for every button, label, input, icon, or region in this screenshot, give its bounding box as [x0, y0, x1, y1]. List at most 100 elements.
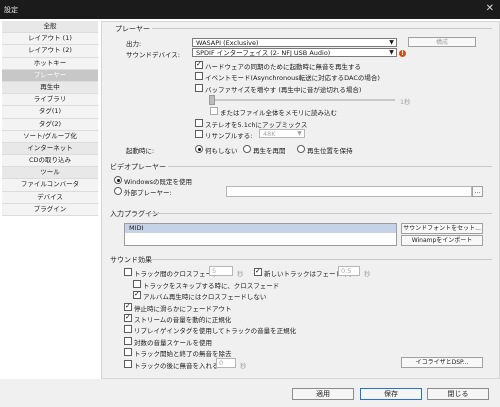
- browse-button[interactable]: ...: [472, 186, 483, 197]
- video-group-divider: [168, 166, 492, 167]
- device-label: サウンドデバイス:: [126, 51, 180, 59]
- insert-silence-seconds-input[interactable]: 0: [216, 358, 236, 368]
- crossfade-seconds-input[interactable]: 5: [209, 266, 233, 276]
- buffer-label: バッファサイズを増やす (再生中に音が途切れる場合): [205, 86, 362, 94]
- replaygain-checkbox[interactable]: [124, 325, 132, 333]
- video-option-windows: Windowsの既定を使用: [124, 178, 193, 186]
- startup-option-keep-position: 再生位置を保持: [307, 147, 353, 155]
- fadein-seconds-input[interactable]: 0.5: [338, 266, 360, 276]
- player-group-divider: [152, 28, 492, 29]
- hw-init-label: ハードウェアの同期のために起動時に無音を再生する: [205, 63, 361, 71]
- sidebar-item[interactable]: インターネット: [2, 142, 98, 156]
- sidebar-item[interactable]: ファイルコンバータ: [2, 179, 98, 192]
- pause-fadeout-checkbox[interactable]: [124, 302, 132, 311]
- skip-crossfade-label: トラックをスキップする時に、クロスフェード: [143, 282, 280, 290]
- winamp-import-button[interactable]: Winampをインポート: [401, 235, 483, 246]
- sound-effects-group-divider: [150, 259, 492, 260]
- external-player-path-input[interactable]: [226, 186, 472, 197]
- input-plugins-group-label: 入力プラグイン: [110, 210, 159, 218]
- load-whole-checkbox[interactable]: [210, 107, 218, 115]
- startup-option-resume: 再生を再開: [253, 147, 286, 155]
- insert-silence-label: トラックの後に無音を入れる: [134, 362, 219, 370]
- sidebar-item[interactable]: ツール: [2, 167, 98, 180]
- video-option-external: 外部プレーヤー:: [124, 189, 172, 197]
- close-button[interactable]: 閉じる: [427, 388, 489, 400]
- startup-radio-resume[interactable]: [243, 145, 251, 153]
- trim-silence-checkbox[interactable]: [124, 348, 132, 356]
- output-select-value: WASAPI (Exclusive): [196, 39, 259, 47]
- window-title: 設定: [4, 6, 18, 14]
- chevron-down-icon: ▼: [297, 130, 302, 137]
- startup-radio-keep-position[interactable]: [297, 145, 305, 153]
- sidebar-item[interactable]: プレーヤー: [2, 69, 98, 82]
- sidebar-item[interactable]: タグ(1): [2, 106, 98, 119]
- video-radio-external[interactable]: [114, 187, 122, 195]
- sidebar-item[interactable]: ソート/グループ化: [2, 130, 98, 143]
- insert-silence-checkbox[interactable]: [124, 360, 132, 368]
- chevron-down-icon: ▼: [389, 49, 394, 56]
- stereo-upmix-checkbox[interactable]: [195, 119, 203, 127]
- album-no-crossfade-label: アルバム再生時にはクロスフェードしない: [143, 293, 267, 301]
- close-icon[interactable]: ✕: [486, 3, 494, 14]
- resample-select-value: 48K: [263, 130, 276, 138]
- event-mode-label: イベントモード(Asynchronous転送に対応するDACの場合): [205, 74, 380, 82]
- fadein-checkbox[interactable]: [254, 267, 262, 276]
- hw-init-checkbox[interactable]: [195, 60, 203, 69]
- sound-effects-group-label: サウンド効果: [110, 256, 152, 264]
- crossfade-checkbox[interactable]: [124, 268, 132, 276]
- save-button[interactable]: 保存: [360, 388, 422, 400]
- startup-option-nothing: 何もしない: [205, 147, 238, 155]
- input-plugins-list[interactable]: MIDI: [124, 223, 397, 246]
- warning-icon: !: [399, 50, 406, 57]
- settings-sidebar: 全般 レイアウト (1) レイアウト (2) ホットキー プレーヤー 再生中 ライブラリ タグ…: [2, 21, 98, 216]
- equalizer-dsp-button[interactable]: イコライザとDSP...: [401, 357, 483, 368]
- input-plugins-group-divider: [150, 213, 492, 214]
- crossfade-label: トラック間のクロスフェード:: [134, 270, 221, 278]
- resample-select[interactable]: 48K ▼: [259, 129, 305, 138]
- log-scale-label: 対数の音量スケールを使用: [134, 339, 212, 347]
- configure-button[interactable]: 構成: [408, 37, 476, 47]
- soundfont-button[interactable]: サウンドフォントをセット...: [401, 223, 483, 234]
- video-group-label: ビデオプレーヤー: [110, 163, 166, 171]
- album-no-crossfade-checkbox[interactable]: [133, 290, 141, 299]
- buffer-slider-thumb[interactable]: [209, 95, 215, 105]
- sidebar-item[interactable]: プラグイン: [2, 203, 98, 216]
- sidebar-item[interactable]: タグ(2): [2, 118, 98, 131]
- sidebar-item[interactable]: CDの取り込み: [2, 155, 98, 168]
- trim-silence-label: トラック開始と終了の無音を除去: [134, 350, 232, 358]
- output-label: 出力:: [126, 40, 142, 48]
- fadein-unit: 秒: [364, 270, 371, 278]
- sidebar-item[interactable]: 再生中: [2, 81, 98, 95]
- player-group-label: プレーヤー: [115, 25, 150, 33]
- sidebar-item[interactable]: デバイス: [2, 191, 98, 204]
- sidebar-item[interactable]: ホットキー: [2, 57, 98, 70]
- list-item[interactable]: MIDI: [125, 224, 396, 233]
- event-mode-checkbox[interactable]: [195, 72, 203, 80]
- crossfade-unit: 秒: [237, 270, 244, 278]
- startup-label: 起動時に:: [126, 147, 155, 155]
- chevron-down-icon: ▼: [389, 39, 394, 46]
- device-select[interactable]: SPDIF インターフェイス (2- NFJ USB Audio) ▼: [192, 48, 397, 57]
- title-bar: 設定 ✕: [0, 0, 500, 19]
- resample-label: リサンプルする:: [205, 132, 253, 140]
- buffer-slider-value: 1秒: [400, 98, 411, 106]
- sidebar-item[interactable]: レイアウト (1): [2, 33, 98, 46]
- apply-button[interactable]: 適用: [292, 388, 354, 400]
- startup-radio-nothing[interactable]: [195, 145, 203, 153]
- sidebar-item[interactable]: レイアウト (2): [2, 45, 98, 58]
- video-radio-windows[interactable]: [114, 176, 122, 184]
- buffer-checkbox[interactable]: [195, 84, 203, 92]
- normalize-checkbox[interactable]: [124, 313, 132, 322]
- insert-silence-unit: 秒: [240, 362, 247, 370]
- device-select-value: SPDIF インターフェイス (2- NFJ USB Audio): [196, 49, 331, 57]
- normalize-label: ストリームの音量を動的に正規化: [134, 316, 232, 324]
- footer-bar: [0, 379, 500, 407]
- sidebar-item[interactable]: 全般: [2, 21, 98, 34]
- resample-checkbox[interactable]: [195, 130, 203, 138]
- log-scale-checkbox[interactable]: [124, 337, 132, 345]
- sidebar-item[interactable]: ライブラリ: [2, 94, 98, 107]
- buffer-slider-track[interactable]: [210, 99, 395, 101]
- stereo-upmix-label: ステレオを5.1chにアップミックス: [205, 121, 308, 129]
- skip-crossfade-checkbox[interactable]: [133, 280, 141, 288]
- output-select[interactable]: WASAPI (Exclusive) ▼: [192, 38, 397, 47]
